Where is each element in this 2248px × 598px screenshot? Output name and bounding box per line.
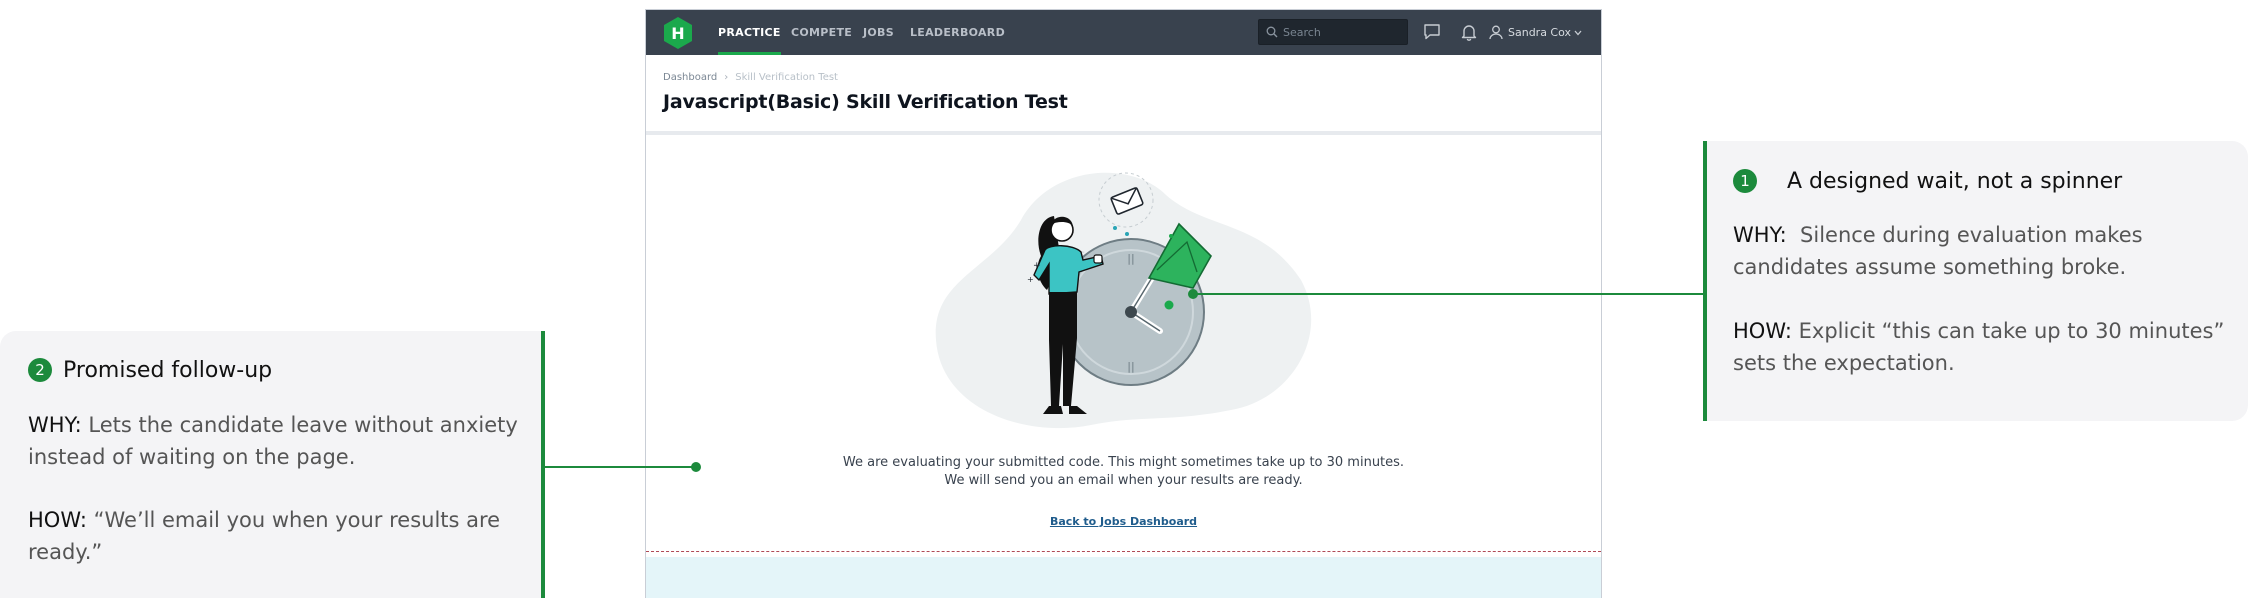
annotation-why-2: WHY: Lets the candidate leave without an… xyxy=(28,413,518,469)
connector-dot-1 xyxy=(1188,289,1198,299)
annotation-badge-2: 2 xyxy=(28,358,52,382)
user-name: Sandra Cox xyxy=(1508,26,1572,39)
breadcrumb-current: Skill Verification Test xyxy=(735,72,838,83)
app-window: H PRACTICE COMPETE JOBS LEADERBOARD Sand… xyxy=(645,9,1602,598)
email-message: We will send you an email when your resu… xyxy=(944,473,1303,488)
annotation-card-2: 2 Promised follow-up WHY: Lets the candi… xyxy=(0,331,545,598)
breadcrumb-separator: › xyxy=(724,72,729,83)
hackerrank-logo[interactable]: H xyxy=(663,16,693,50)
chevron-down-icon xyxy=(1574,30,1582,35)
nav-compete[interactable]: COMPETE xyxy=(791,10,852,55)
back-to-jobs-dashboard-link[interactable]: Back to Jobs Dashboard xyxy=(1050,515,1197,528)
page-title: Javascript(Basic) Skill Verification Tes… xyxy=(663,91,1068,113)
svg-text:+: + xyxy=(1027,275,1034,284)
chat-icon[interactable] xyxy=(1423,23,1441,41)
top-navbar: H PRACTICE COMPETE JOBS LEADERBOARD Sand… xyxy=(646,10,1601,55)
svg-text:+: + xyxy=(1033,261,1041,271)
footer-band xyxy=(646,557,1601,598)
dashed-divider xyxy=(646,551,1601,552)
evaluation-message: We are evaluating your submitted code. T… xyxy=(842,455,1405,470)
breadcrumb: Dashboard › Skill Verification Test xyxy=(663,72,838,83)
annotation-title-text-1: A designed wait, not a spinner xyxy=(1787,168,2123,194)
waiting-illustration: || || + + xyxy=(935,172,1312,429)
svg-text:||: || xyxy=(1127,360,1134,373)
title-divider xyxy=(646,131,1601,135)
connector-line-1 xyxy=(1193,293,1703,295)
nav-practice[interactable]: PRACTICE xyxy=(718,10,781,55)
svg-text:||: || xyxy=(1127,252,1134,265)
annotation-card-1: 1 A designed wait, not a spinner WHY: Si… xyxy=(1703,141,2248,421)
annotation-title-2: 2 Promised follow-up xyxy=(28,357,272,383)
connector-dot-2 xyxy=(691,462,701,472)
back-link-wrapper: Back to Jobs Dashboard xyxy=(646,512,1601,530)
nav-jobs[interactable]: JOBS xyxy=(863,10,894,55)
svg-text:H: H xyxy=(671,24,684,43)
annotation-how-1: HOW: Explicit “this can take up to 30 mi… xyxy=(1733,319,2225,375)
annotation-badge-1: 1 xyxy=(1733,169,1757,193)
annotation-how-2: HOW: “We’ll email you when your results … xyxy=(28,508,501,564)
search-icon xyxy=(1266,26,1278,38)
annotation-title-1: 1 A designed wait, not a spinner xyxy=(1733,168,2122,194)
search-input[interactable] xyxy=(1283,23,1401,41)
user-menu[interactable]: Sandra Cox xyxy=(1489,10,1587,55)
nav-leaderboard[interactable]: LEADERBOARD xyxy=(910,10,1005,55)
annotation-title-text-2: Promised follow-up xyxy=(63,357,273,383)
user-icon xyxy=(1489,25,1503,40)
annotation-why-1: WHY: Silence during evaluation makes can… xyxy=(1733,223,2143,279)
breadcrumb-dashboard[interactable]: Dashboard xyxy=(663,72,717,83)
connector-line-2 xyxy=(545,466,695,468)
search-box[interactable] xyxy=(1258,19,1408,45)
bell-icon[interactable] xyxy=(1461,23,1477,41)
